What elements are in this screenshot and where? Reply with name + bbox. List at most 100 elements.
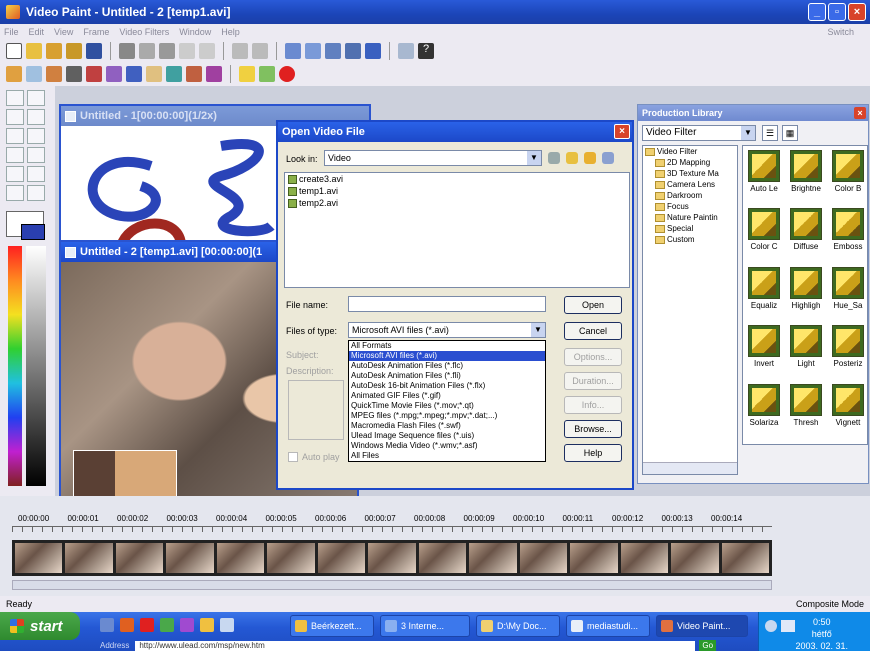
file-item[interactable]: temp2.avi (285, 197, 629, 209)
tree-item[interactable]: Special (643, 223, 737, 234)
tree-item[interactable]: Nature Paintin (643, 212, 737, 223)
chevron-down-icon[interactable]: ▼ (527, 151, 541, 165)
menu-frame[interactable]: Frame (83, 27, 109, 37)
clock[interactable]: 0:50 hétfő 2003. 02. 31. (795, 616, 848, 651)
file-name-input[interactable] (348, 296, 546, 312)
chevron-down-icon[interactable]: ▼ (531, 323, 545, 337)
start-button[interactable]: start (0, 612, 80, 640)
film-frame[interactable] (65, 543, 113, 573)
help-button[interactable]: Help (564, 444, 622, 462)
menu-window[interactable]: Window (179, 27, 211, 37)
color-spectrum[interactable] (8, 246, 22, 486)
network-icon[interactable] (781, 620, 795, 632)
filter-thumb[interactable]: Auto Le (744, 150, 784, 206)
filter-thumb[interactable]: Invert (744, 325, 784, 381)
go-button[interactable]: Go (699, 640, 717, 651)
auto-play-checkbox[interactable] (288, 452, 298, 462)
film-frame[interactable] (671, 543, 719, 573)
chevron-down-icon[interactable]: ▼ (741, 126, 755, 140)
tree-item[interactable]: Video Filter (643, 146, 737, 157)
open-video-icon[interactable] (46, 43, 62, 59)
film-frame[interactable] (368, 543, 416, 573)
library-close-icon[interactable]: × (854, 107, 866, 119)
filter-thumb[interactable]: Diffuse (786, 208, 826, 264)
minimize-button[interactable]: _ (808, 3, 826, 21)
tint-icon[interactable] (186, 66, 202, 82)
menu-edit[interactable]: Edit (29, 27, 45, 37)
properties-icon[interactable] (285, 43, 301, 59)
filter-thumb[interactable]: Solariza (744, 383, 784, 440)
quick-launch-icon[interactable] (200, 618, 214, 632)
save-icon[interactable] (86, 43, 102, 59)
quick-launch-icon[interactable] (140, 618, 154, 632)
tree-item[interactable]: Focus (643, 201, 737, 212)
up-folder-icon[interactable] (566, 152, 578, 164)
mask-tool-icon[interactable] (6, 128, 24, 144)
preview-icon[interactable] (325, 43, 341, 59)
filter-thumb[interactable]: Vignett (828, 383, 868, 440)
quick-launch-icon[interactable] (100, 618, 114, 632)
taskbar-item-active[interactable]: Video Paint... (656, 615, 748, 637)
zoom-tool-icon[interactable] (27, 109, 45, 125)
new-icon[interactable] (6, 43, 22, 59)
tree-item[interactable]: Custom (643, 234, 737, 245)
taskbar-item[interactable]: Beérkezett... (290, 615, 374, 637)
restore-button[interactable]: ▫ (828, 3, 846, 21)
film-frame[interactable] (519, 543, 568, 573)
tree-item[interactable]: 3D Texture Ma (643, 168, 737, 179)
filter-thumb[interactable]: Light (786, 325, 826, 381)
file-type-option[interactable]: Macromedia Flash Files (*.swf) (349, 421, 545, 431)
quick-launch-icon[interactable] (120, 618, 134, 632)
film-frame[interactable] (115, 543, 164, 573)
close-button[interactable]: × (848, 3, 866, 21)
look-in-select[interactable]: Video ▼ (324, 150, 542, 166)
file-item[interactable]: temp1.avi (285, 185, 629, 197)
tree-item[interactable]: Camera Lens (643, 179, 737, 190)
menu-help[interactable]: Help (221, 27, 240, 37)
file-item[interactable]: create3.avi (285, 173, 629, 185)
grayscale-ramp[interactable] (26, 246, 46, 486)
export-icon[interactable] (345, 43, 361, 59)
film-frame[interactable] (267, 543, 315, 573)
marker-icon[interactable] (86, 66, 102, 82)
film-frame[interactable] (418, 543, 467, 573)
files-of-type-select[interactable]: Microsoft AVI files (*.avi) ▼ (348, 322, 546, 338)
tool-icon[interactable] (365, 43, 381, 59)
cut-icon[interactable] (119, 43, 135, 59)
film-frame[interactable] (317, 543, 366, 573)
pencil-icon[interactable] (6, 66, 22, 82)
filter-thumb[interactable]: Thresh (786, 383, 826, 440)
file-type-option[interactable]: QuickTime Movie Files (*.mov;*.qt) (349, 401, 545, 411)
undo-icon[interactable] (179, 43, 195, 59)
timeline-ruler[interactable] (12, 526, 772, 532)
back-icon[interactable] (548, 152, 560, 164)
open-button[interactable]: Open (564, 296, 622, 314)
file-type-option[interactable]: Ulead Image Sequence files (*.uis) (349, 431, 545, 441)
filmstrip[interactable] (12, 540, 772, 576)
film-frame[interactable] (570, 543, 618, 573)
print-icon[interactable] (398, 43, 414, 59)
layers-icon[interactable] (305, 43, 321, 59)
dropper-tool-icon[interactable] (27, 166, 45, 182)
cancel-button[interactable]: Cancel (564, 322, 622, 340)
paste-icon[interactable] (159, 43, 175, 59)
timeline-scrollbar[interactable] (12, 580, 772, 590)
context-help-icon[interactable]: ? (418, 43, 434, 59)
tree-item[interactable]: 2D Mapping (643, 157, 737, 168)
taskbar-item[interactable]: D:\My Doc... (476, 615, 560, 637)
file-type-option[interactable]: Animated GIF Files (*.gif) (349, 391, 545, 401)
filter-thumb[interactable]: Hue_Sa (828, 266, 868, 323)
filter-thumb[interactable]: Brightne (786, 150, 826, 206)
effect-icon[interactable] (206, 66, 222, 82)
tree-horizontal-scrollbar[interactable] (643, 462, 737, 474)
record-icon[interactable] (279, 66, 295, 82)
library-category-select[interactable]: Video Filter ▼ (642, 125, 756, 141)
pen-tool-icon[interactable] (27, 90, 45, 106)
film-frame[interactable] (721, 543, 770, 573)
menu-file[interactable]: File (4, 27, 19, 37)
filter-thumb[interactable]: Highligh (786, 266, 826, 323)
file-type-option[interactable]: MPEG files (*.mpg;*.mpeg;*.mpv;*.dat;...… (349, 411, 545, 421)
hand-tool-icon[interactable] (6, 166, 24, 182)
menu-view[interactable]: View (54, 27, 73, 37)
airbrush-icon[interactable] (106, 66, 122, 82)
